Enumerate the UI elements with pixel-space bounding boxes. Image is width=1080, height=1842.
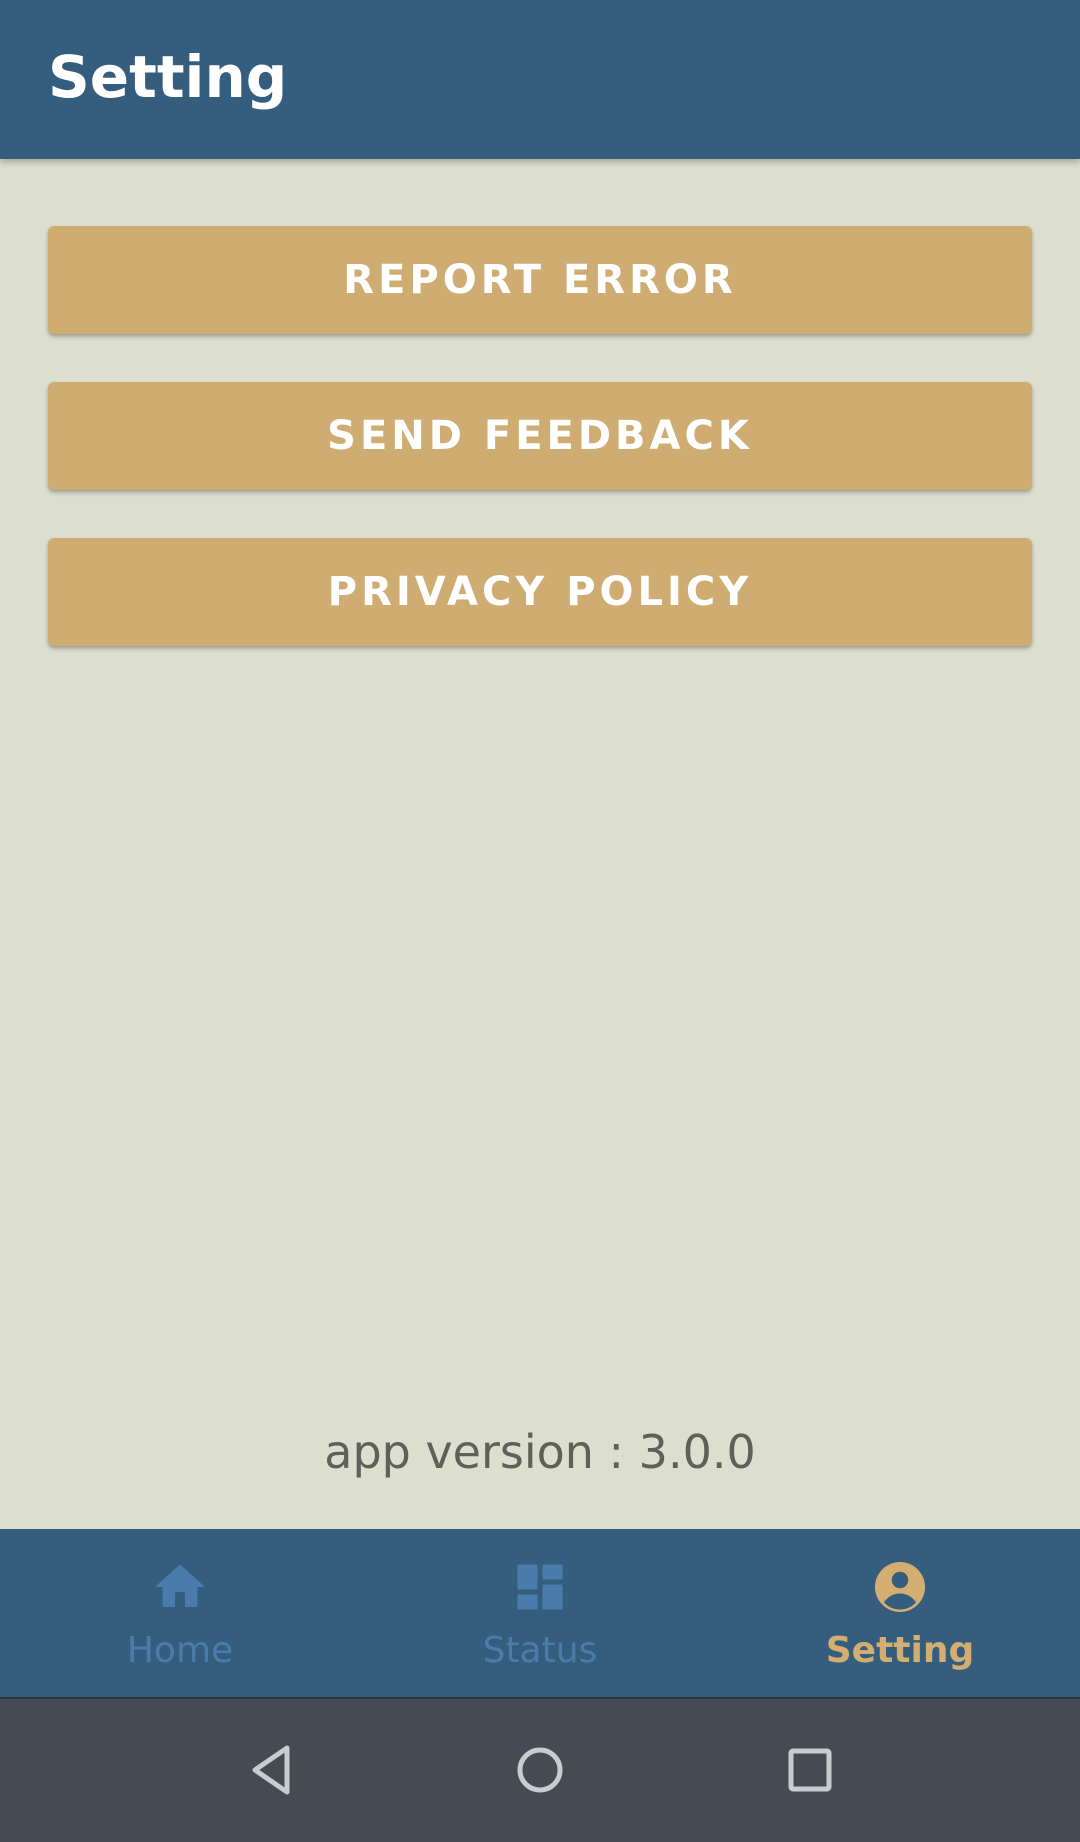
nav-item-home[interactable]: Home <box>0 1529 360 1697</box>
app-bar: Setting <box>0 0 1080 159</box>
home-circle-icon[interactable] <box>505 1735 575 1805</box>
dashboard-icon <box>517 1564 563 1610</box>
privacy-policy-button[interactable]: PRIVACY POLICY <box>48 538 1032 646</box>
nav-item-setting[interactable]: Setting <box>720 1529 1080 1697</box>
nav-item-status[interactable]: Status <box>360 1529 720 1697</box>
recent-apps-icon[interactable] <box>775 1735 845 1805</box>
home-icon <box>155 1564 205 1607</box>
nav-label-status: Status <box>482 1630 598 1671</box>
page-title: Setting <box>48 43 288 111</box>
send-feedback-button[interactable]: SEND FEEDBACK <box>48 382 1032 490</box>
app-version-text: app version : 3.0.0 <box>324 1425 756 1479</box>
account-circle-icon <box>875 1562 925 1612</box>
nav-label-setting: Setting <box>825 1630 975 1671</box>
system-navigation-bar <box>0 1697 1080 1842</box>
back-icon[interactable] <box>235 1735 305 1805</box>
report-error-button[interactable]: REPORT ERROR <box>48 226 1032 334</box>
bottom-navigation: Home Status Setting <box>0 1529 1080 1697</box>
settings-content: REPORT ERROR SEND FEEDBACK PRIVACY POLIC… <box>0 159 1080 1529</box>
nav-label-home: Home <box>126 1630 234 1671</box>
